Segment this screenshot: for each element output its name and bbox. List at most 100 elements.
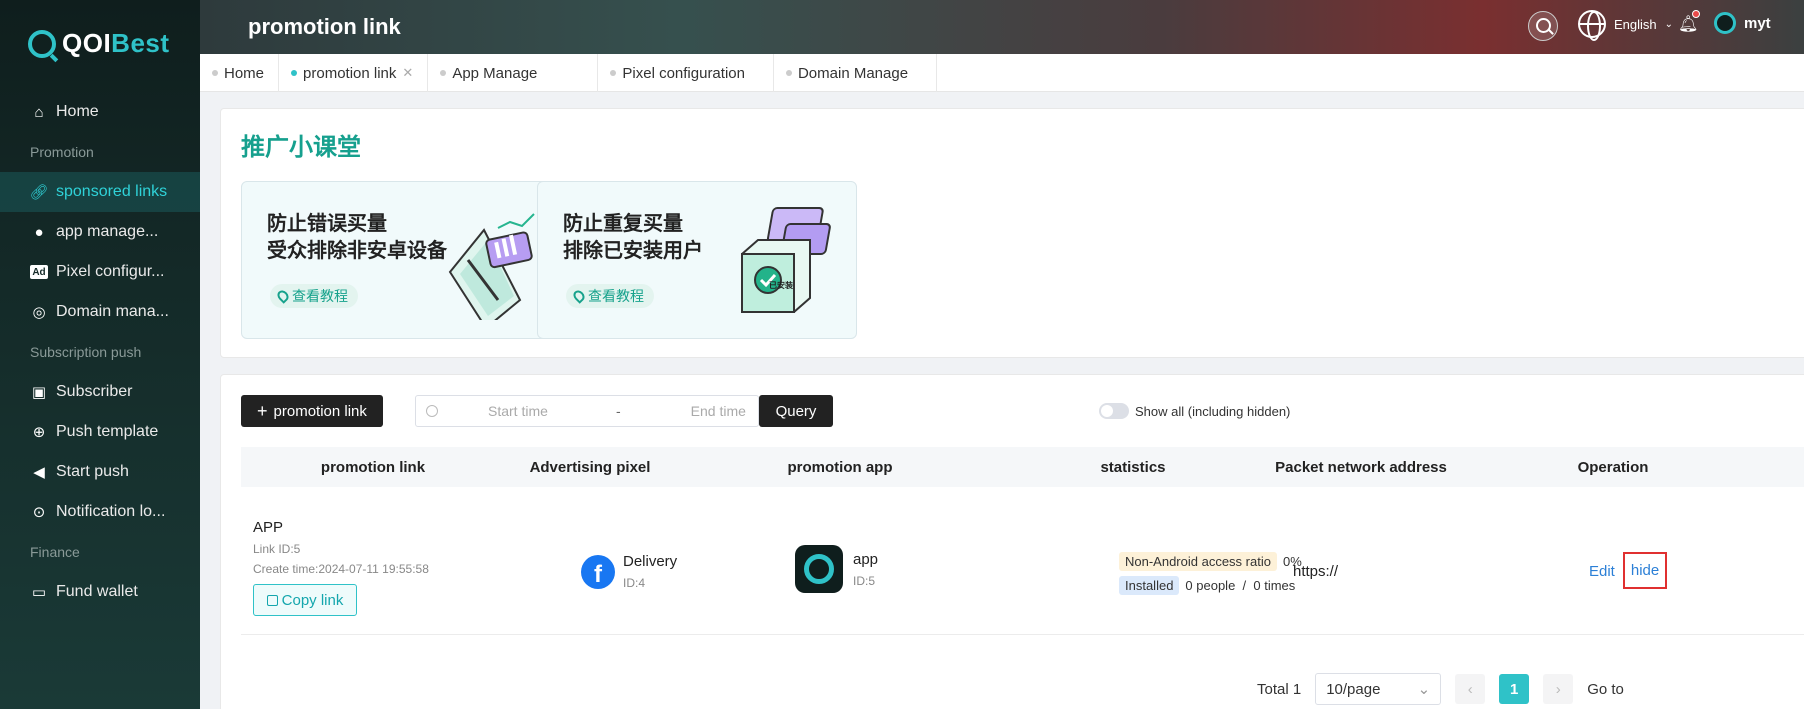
sidebar-nav: ⌂ Home Promotion 🔗︎ sponsored links ● app m… — [0, 92, 200, 612]
query-button[interactable]: Query — [759, 395, 833, 427]
cell-advertising-pixel: f Delivery ID:4 — [581, 553, 677, 590]
close-icon[interactable]: ✕ — [402, 65, 413, 81]
sidebar-item-home[interactable]: ⌂ Home — [0, 92, 200, 132]
prev-page-button[interactable]: ‹ — [1455, 674, 1486, 704]
table-row: APP Link ID:5 Create time:2024-07-11 19:… — [241, 487, 1804, 635]
col-promotion-app: promotion app — [787, 458, 893, 476]
view-tutorial-link[interactable]: 查看教程 — [566, 284, 654, 308]
page-title: promotion link — [248, 14, 401, 39]
sidebar-item-label: Pixel configur... — [56, 263, 165, 280]
search-icon[interactable] — [1528, 11, 1558, 41]
upload-icon: ⊕ — [32, 424, 46, 441]
toggle-switch[interactable] — [1099, 403, 1129, 419]
col-operation: Operation — [1577, 458, 1649, 476]
promotion-link-table-panel: + promotion link Start time - End time Qu… — [220, 374, 1804, 709]
cell-operation: Edit hide — [1589, 552, 1668, 589]
sidebar-item-label: sponsored links — [56, 183, 168, 200]
start-time-input[interactable]: Start time — [488, 403, 588, 419]
sidebar-group-promotion: Promotion — [30, 144, 94, 160]
installed-box-illustration — [741, 207, 831, 313]
sidebar-item-subscriber[interactable]: ▣ Subscriber — [0, 372, 200, 412]
notification-dot — [1692, 10, 1700, 18]
total-count: Total 1 — [1257, 680, 1302, 698]
tutorial-card-android[interactable]: 防止错误买量 受众排除非安卓设备 查看教程 — [241, 181, 561, 339]
page-size-select[interactable]: 10/page ⌄ — [1315, 673, 1442, 705]
tab-app-manage[interactable]: App Manage — [428, 54, 599, 92]
sidebar-item-label: Subscriber — [56, 383, 133, 400]
show-hidden-toggle[interactable]: Show all (including hidden) — [1099, 403, 1290, 419]
tab-home[interactable]: Home — [200, 54, 280, 92]
sidebar-item-label: Start push — [56, 463, 129, 480]
language-selector[interactable]: English ⌄ — [1578, 10, 1674, 41]
date-range-picker[interactable]: Start time - End time — [415, 395, 759, 427]
sidebar-item-push-template[interactable]: ⊕ Push template — [0, 412, 200, 452]
copy-link-button[interactable]: Copy link — [253, 584, 357, 616]
brand-name-part1: QOI — [62, 28, 112, 58]
user-menu[interactable]: myt — [1714, 12, 1771, 34]
search-log-icon: ⊙ — [32, 504, 46, 521]
home-icon: ⌂ — [34, 103, 44, 121]
card-subline: 排除已安装用户 — [563, 240, 703, 262]
sidebar-item-notification-log[interactable]: ⊙ Notification lo... — [0, 492, 200, 532]
megaphone-icon: ◀ — [33, 464, 45, 481]
toggle-label: Show all (including hidden) — [1135, 403, 1291, 419]
chevron-down-icon: ⌄ — [1664, 18, 1674, 30]
end-time-input[interactable]: End time — [691, 403, 746, 419]
sidebar-item-app-manage[interactable]: ● app manage... — [0, 212, 200, 252]
sidebar-item-start-push[interactable]: ◀ Start push — [0, 452, 200, 492]
ad-icon: Ad — [30, 265, 48, 279]
sidebar-item-fund-wallet[interactable]: ▭ Fund wallet — [0, 572, 200, 612]
edit-link[interactable]: Edit — [1589, 563, 1615, 589]
create-time: Create time:2024-07-11 19:55:58 — [253, 562, 429, 576]
language-label: English — [1614, 16, 1657, 32]
tab-pixel-configuration[interactable]: Pixel configuration — [598, 54, 774, 92]
sidebar-item-label: Push template — [56, 423, 159, 440]
sidebar-group-finance: Finance — [30, 544, 80, 560]
col-advertising-pixel: Advertising pixel — [529, 458, 651, 476]
link-icon: 🔗︎ — [29, 184, 49, 201]
sidebar-item-label: Domain mana... — [56, 303, 169, 320]
sidebar-item-label: Notification lo... — [56, 503, 166, 520]
apple-icon: ● — [34, 223, 44, 241]
add-promotion-link-button[interactable]: + promotion link — [241, 395, 383, 427]
app-name: app — [853, 550, 879, 568]
sidebar-group-subscription: Subscription push — [30, 344, 142, 360]
avatar — [1714, 12, 1736, 34]
page-number-button[interactable]: 1 — [1499, 674, 1530, 704]
table-header: promotion link Advertising pixel promoti… — [241, 447, 1804, 487]
link-id: Link ID:5 — [253, 542, 301, 556]
col-packet-address: Packet network address — [1275, 458, 1447, 476]
clock-icon — [426, 405, 438, 417]
card-subline: 受众排除非安卓设备 — [267, 240, 447, 262]
location-pin-icon — [275, 288, 291, 304]
sidebar-item-pixel-config[interactable]: Ad Pixel configur... — [0, 252, 200, 292]
cell-promotion-app: app ID:5 — [795, 545, 878, 593]
globe-icon: ◎ — [32, 304, 46, 321]
sidebar-item-sponsored-links[interactable]: 🔗︎ sponsored links — [0, 172, 200, 212]
bell-icon[interactable]: 🔔︎ — [1678, 10, 1700, 34]
sidebar: QOIBest ⌂ Home Promotion 🔗︎ sponsored link… — [0, 0, 200, 709]
sidebar-item-domain-manage[interactable]: ◎ Domain mana... — [0, 292, 200, 332]
card-headline: 防止重复买量 — [563, 213, 683, 235]
chevron-down-icon: ⌄ — [1417, 681, 1431, 698]
globe-icon — [1578, 10, 1606, 41]
hide-link[interactable]: hide — [1622, 552, 1668, 589]
app-logo-icon — [795, 545, 843, 593]
card-headline: 防止错误买量 — [267, 213, 387, 235]
tab-domain-manage[interactable]: Domain Manage — [774, 54, 938, 92]
android-exclusion-illustration — [448, 213, 535, 320]
packet-address: https:// — [1293, 563, 1339, 580]
brand-logo[interactable]: QOIBest — [28, 28, 170, 59]
tutorial-card-installed[interactable]: 防止重复买量 排除已安装用户 查看教程 已安装 — [537, 181, 857, 339]
user-name: myt — [1744, 14, 1771, 32]
installed-tag: Installed — [1119, 575, 1180, 595]
installed-value: 0 people / 0 times — [1185, 577, 1296, 593]
brand-name-part2: Best — [111, 28, 170, 58]
next-page-button[interactable]: › — [1543, 674, 1574, 704]
facebook-icon: f — [581, 554, 615, 589]
plus-icon: + — [257, 400, 268, 421]
view-tutorial-link[interactable]: 查看教程 — [270, 284, 358, 308]
tab-promotion-link[interactable]: promotion link ✕ — [279, 54, 429, 92]
tab-bar: Home promotion link ✕ App Manage Pixel co… — [200, 54, 1804, 92]
col-promotion-link: promotion link — [320, 458, 426, 476]
